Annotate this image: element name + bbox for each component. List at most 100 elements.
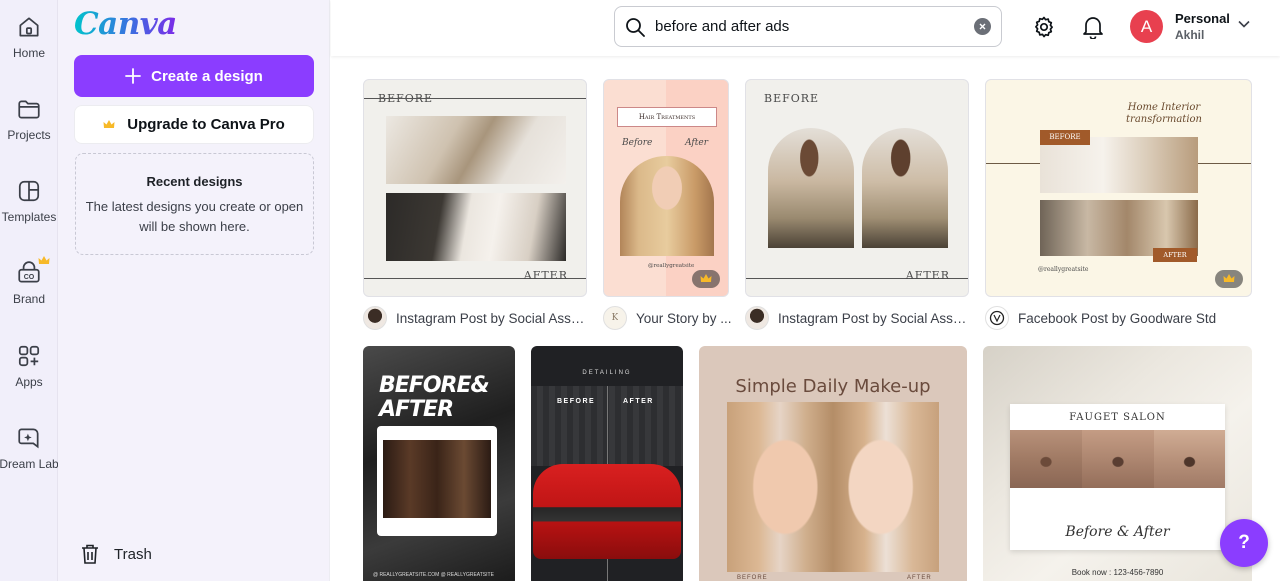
plus-icon bbox=[125, 68, 142, 84]
rail-item-apps[interactable]: Apps bbox=[0, 343, 58, 389]
card-text: AFTER bbox=[905, 269, 950, 282]
caption-text: Instagram Post by Social Assu... bbox=[396, 310, 589, 326]
creator-avatar bbox=[745, 306, 769, 330]
template-card[interactable]: FAUGET SALON Before & After Book now : 1… bbox=[983, 346, 1252, 581]
create-design-label: Create a design bbox=[151, 67, 263, 85]
recent-designs-empty: Recent designs The latest designs you cr… bbox=[75, 153, 314, 255]
card-post-mock bbox=[377, 426, 497, 536]
apps-icon bbox=[18, 345, 40, 367]
card-photo bbox=[1082, 430, 1154, 488]
caption-text: Instagram Post by Social Assu... bbox=[778, 310, 971, 326]
card-photo bbox=[386, 193, 566, 261]
create-design-button[interactable]: Create a design bbox=[74, 55, 314, 97]
user-avatar[interactable]: A bbox=[1130, 10, 1163, 43]
close-icon bbox=[979, 23, 986, 30]
gear-icon[interactable] bbox=[1032, 15, 1056, 39]
account-switcher[interactable]: Personal Akhil bbox=[1175, 11, 1230, 43]
card-text: @reallygreatsite bbox=[648, 263, 695, 269]
help-button[interactable]: ? bbox=[1220, 519, 1268, 567]
rail-item-brand[interactable]: CO Brand bbox=[0, 256, 58, 306]
pro-badge bbox=[692, 270, 720, 288]
rail-item-projects[interactable]: Projects bbox=[0, 96, 58, 142]
template-card[interactable]: Hair Treatments Before After @reallygrea… bbox=[603, 79, 729, 297]
top-bar: A Personal Akhil bbox=[331, 0, 1280, 56]
card-photo bbox=[1154, 430, 1225, 488]
creator-avatar bbox=[985, 306, 1009, 330]
card-caption[interactable]: Facebook Post by Goodware Std bbox=[985, 306, 1255, 330]
card-photo bbox=[383, 440, 491, 518]
card-text: Book now : 123-456-7890 bbox=[1071, 568, 1164, 577]
clear-search-button[interactable] bbox=[974, 18, 991, 35]
search-icon bbox=[626, 17, 645, 37]
card-text: After bbox=[685, 138, 708, 148]
card-photo bbox=[833, 402, 939, 572]
search-results: BEFORE AFTER Instagram Post by Social As… bbox=[331, 56, 1280, 581]
caption-text: Facebook Post by Goodware Std bbox=[1018, 310, 1217, 326]
trash-icon bbox=[82, 544, 98, 564]
bell-icon[interactable] bbox=[1082, 15, 1104, 39]
rail-item-templates[interactable]: Templates bbox=[0, 178, 58, 224]
card-photo bbox=[386, 116, 566, 184]
card-text: BEFORE bbox=[737, 575, 768, 581]
card-text: Before & After bbox=[1065, 524, 1170, 540]
search-bar bbox=[614, 6, 1002, 47]
card-text: Home Interior transformation bbox=[1126, 102, 1202, 125]
card-text: BEFORE bbox=[557, 398, 596, 405]
card-photo bbox=[727, 402, 833, 572]
account-name: Personal bbox=[1175, 11, 1230, 26]
card-text: BEFORE bbox=[764, 92, 820, 105]
card-text: AFTER bbox=[907, 575, 932, 581]
template-card[interactable]: BEFORE& AFTER @ REALLYGREATSITE.COM @ RE… bbox=[363, 346, 515, 581]
card-text: Before bbox=[622, 138, 653, 148]
svg-text:CO: CO bbox=[24, 274, 35, 281]
folder-icon bbox=[18, 100, 40, 119]
crown-icon bbox=[1223, 274, 1235, 282]
card-photo bbox=[620, 156, 714, 256]
card-text: BEFORE bbox=[1049, 133, 1081, 141]
rail-item-home[interactable]: Home bbox=[0, 14, 58, 60]
card-photo bbox=[1010, 430, 1082, 488]
template-card[interactable]: BEFORE AFTER bbox=[363, 79, 587, 297]
creator-avatar bbox=[363, 306, 387, 330]
dream-lab-icon bbox=[18, 428, 39, 449]
trash-label: Trash bbox=[114, 545, 152, 563]
card-text: FAUGET SALON bbox=[1069, 412, 1166, 423]
side-panel: Canva Create a design Upgrade to Canva P… bbox=[58, 0, 330, 581]
upgrade-pro-label: Upgrade to Canva Pro bbox=[127, 116, 285, 133]
caption-text: Your Story by ... bbox=[636, 310, 732, 326]
card-photo bbox=[862, 128, 948, 248]
template-card[interactable]: DETAILING BEFORE AFTER bbox=[531, 346, 683, 581]
chevron-down-icon[interactable] bbox=[1238, 20, 1250, 28]
template-card[interactable]: Simple Daily Make-up BEFORE AFTER bbox=[699, 346, 967, 581]
card-line bbox=[364, 98, 586, 99]
search-input[interactable] bbox=[655, 18, 955, 35]
trash-link[interactable]: Trash bbox=[80, 543, 152, 565]
card-caption[interactable]: Instagram Post by Social Assu... bbox=[745, 306, 971, 330]
card-text: BEFORE& AFTER bbox=[379, 373, 490, 422]
card-photo bbox=[768, 128, 854, 248]
creator-avatar: K bbox=[603, 306, 627, 330]
template-card[interactable]: Home Interior transformation BEFORE AFTE… bbox=[985, 79, 1252, 297]
template-card[interactable]: BEFORE AFTER bbox=[745, 79, 969, 297]
upgrade-pro-button[interactable]: Upgrade to Canva Pro bbox=[74, 105, 314, 144]
card-caption[interactable]: Instagram Post by Social Assu... bbox=[363, 306, 589, 330]
left-rail: Home Projects Templates CO Brand Apps Dr… bbox=[0, 0, 59, 581]
crown-icon bbox=[103, 119, 115, 128]
card-text: DETAILING bbox=[582, 370, 632, 376]
card-text: @reallygreatsite bbox=[1038, 266, 1089, 273]
card-text: AFTER bbox=[1163, 251, 1187, 259]
card-photo bbox=[533, 464, 681, 559]
card-photo bbox=[1040, 137, 1198, 193]
crown-icon bbox=[700, 274, 712, 282]
card-text: AFTER bbox=[623, 398, 654, 405]
card-caption[interactable]: K Your Story by ... bbox=[603, 306, 733, 330]
rail-item-dream-lab[interactable]: Dream Lab bbox=[0, 425, 59, 471]
recent-designs-desc: The latest designs you create or open wi… bbox=[85, 199, 304, 234]
card-text: Simple Daily Make-up bbox=[735, 376, 931, 397]
canva-logo[interactable]: Canva bbox=[74, 6, 177, 42]
card-text: @ REALLYGREATSITE.COM @ REALLYGREATSITE bbox=[373, 572, 494, 578]
card-title-box: Hair Treatments bbox=[617, 107, 717, 127]
pro-badge bbox=[1215, 270, 1243, 288]
card-label-box: BEFORE bbox=[1040, 130, 1090, 145]
templates-icon bbox=[18, 180, 40, 202]
